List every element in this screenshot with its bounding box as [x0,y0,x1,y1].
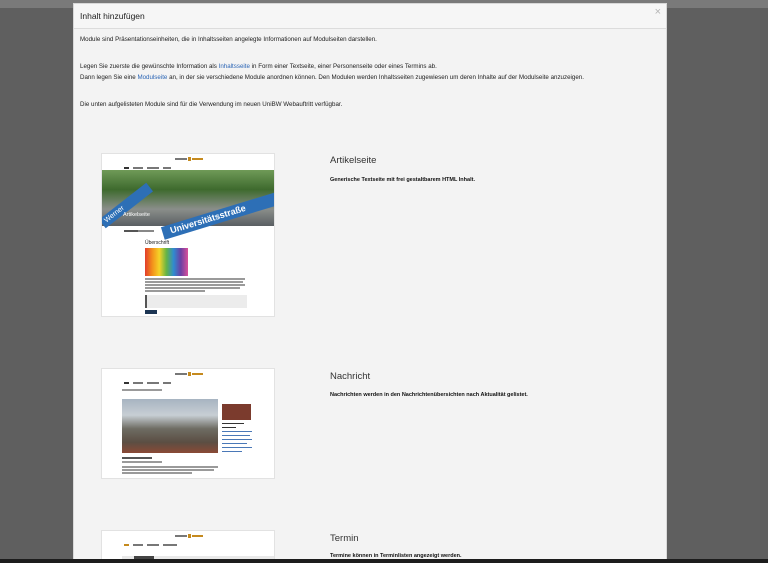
sidebar-image [222,404,251,420]
news-sidebar [222,399,256,452]
intro-line-4: Die unten aufgelisteten Module sind für … [80,101,343,108]
preview-text-line [122,466,218,468]
intro-line-3-pre: Dann legen Sie eine [80,74,138,81]
preview-text-line [145,287,240,289]
preview-text-line [145,281,243,283]
preview-site-header [102,531,274,543]
preview-text-line [122,457,152,459]
intro-line-3: Dann legen Sie eine Modulseite an, in de… [80,74,584,81]
intro-line-2: Legen Sie zuerste die gewünschte Informa… [80,63,437,70]
preview-nav [124,382,184,402]
university-logo [175,157,203,162]
close-icon[interactable]: × [655,7,661,18]
module-preview-artikelseite[interactable]: Werner Universitätsstraße Artikelseite Ü… [102,154,274,316]
module-preview-nachricht[interactable] [102,369,274,478]
module-title-artikelseite[interactable]: Artikelseite [330,155,376,166]
module-page-link[interactable]: Modulseite [137,74,167,81]
module-desc-nachricht: Nachrichten werden in den Nachrichtenübe… [330,392,528,398]
intro-line-2-pre: Legen Sie zuerste die gewünschte Informa… [80,63,219,70]
intro-line-3-post: an, in der sie verschiedene Module anord… [167,74,584,81]
module-title-nachricht[interactable]: Nachricht [330,371,370,382]
preview-text-line [122,469,214,471]
preview-text-line [122,461,162,463]
preview-breadcrumb-active [124,230,138,232]
dialog-title: Inhalt hinzufügen [80,11,145,21]
dialog-header: Inhalt hinzufügen × [74,4,666,29]
preview-text-line [145,290,205,292]
preview-heading: Überschrift [145,240,170,246]
university-logo [175,534,203,539]
hero-photo: Werner Universitätsstraße Artikelseite [102,170,274,240]
news-building-photo [122,399,218,453]
intro-line-1: Module sind Präsentationseinheiten, die … [80,36,377,43]
preview-button [145,310,157,314]
hero-label: Artikelseite [123,212,150,218]
preview-quote-box [145,295,247,308]
overlay-bottom [0,559,768,563]
street-sign: Universitätsstraße [160,189,274,240]
intro-line-2-post: in Form einer Textseite, einer Personens… [249,63,437,70]
content-page-link[interactable]: Inhaltsseite [219,63,250,70]
module-title-termin[interactable]: Termin [330,533,359,544]
preview-site-header [102,154,274,166]
preview-text-line [122,472,192,474]
preview-text-line [145,284,245,286]
university-logo [175,372,203,377]
street-sign-small: Werner [102,182,154,229]
preview-breadcrumb [122,389,162,391]
preview-nav [124,544,184,547]
colored-pencils-image [145,248,188,276]
add-content-dialog: Inhalt hinzufügen × Module sind Präsenta… [73,3,667,563]
module-desc-artikelseite: Generische Textseite mit frei gestaltbar… [330,177,475,183]
preview-site-header [102,369,274,381]
preview-text-line [145,278,245,280]
